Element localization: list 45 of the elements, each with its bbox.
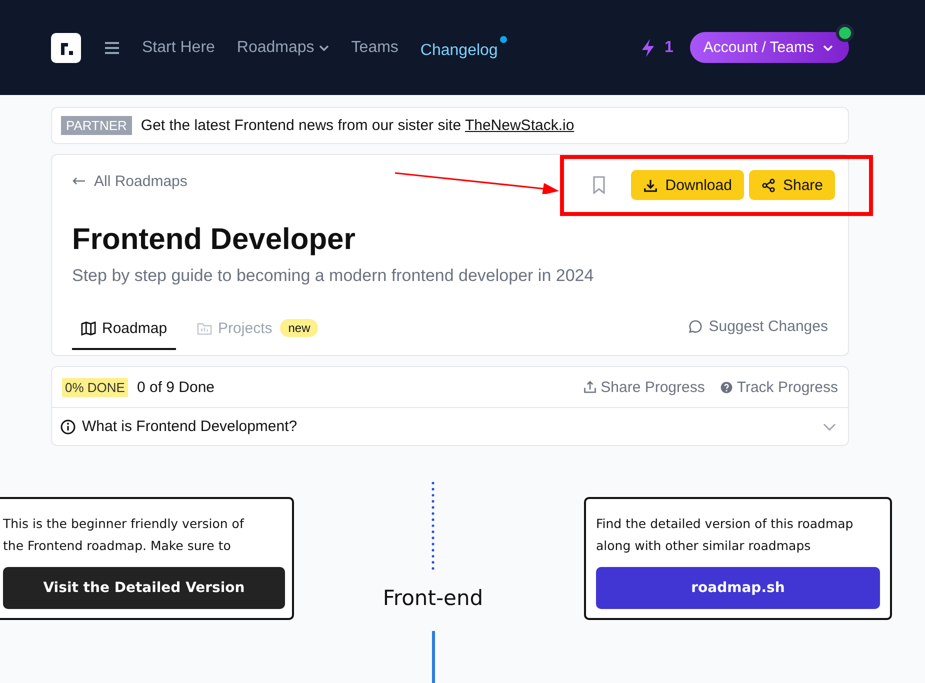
page-subtitle: Step by step guide to becoming a modern frontend developer in 2024 [72, 266, 595, 286]
suggest-changes-link[interactable]: Suggest Changes [688, 302, 828, 350]
caret-icon [319, 44, 330, 50]
account-button[interactable]: Account / Teams [690, 32, 849, 63]
back-link[interactable]: All Roadmaps [72, 172, 188, 190]
download-icon [643, 178, 658, 192]
share-progress-link[interactable]: Share Progress [582, 378, 705, 396]
nav-link[interactable]: Roadmaps [236, 38, 330, 56]
left-arrow-icon [72, 177, 86, 185]
note-text: Find the detailed version of this roadmap along with other similar roadmaps [596, 515, 854, 555]
topic-node[interactable]: Front-end [368, 586, 498, 610]
chat-icon [688, 318, 703, 334]
download-button[interactable]: Download [631, 170, 744, 200]
new-badge: new [280, 319, 318, 337]
logo-icon[interactable] [51, 32, 81, 62]
tab[interactable]: Projects new [188, 308, 328, 350]
nav-link[interactable]: Start Here [142, 38, 215, 56]
notification-dot [500, 36, 507, 42]
detailed-version-button[interactable]: Visit the Detailed Version [3, 567, 285, 609]
track-progress-link[interactable]: Track Progress [720, 378, 838, 396]
partner-text: Get the latest Frontend news from our sister site TheNewStack.io [140, 117, 574, 134]
nav-link[interactable]: Teams [351, 38, 398, 56]
map-icon [81, 320, 96, 336]
partner-link[interactable]: TheNewStack.io [464, 117, 574, 134]
help-icon [720, 380, 733, 394]
partner-badge: PARTNER [61, 116, 132, 135]
streak-count: 1 [664, 38, 674, 56]
roadmap-link-button[interactable]: roadmap.sh [596, 567, 880, 609]
progress-badge: 0% DONE [62, 378, 128, 396]
tab[interactable]: Roadmap [72, 308, 176, 350]
share-button[interactable]: Share [748, 170, 835, 200]
page-title: Frontend Developer [72, 222, 356, 258]
chevron-icon [823, 422, 836, 430]
progress-count: 0 of 9 Done [136, 378, 215, 396]
menu-icon[interactable] [104, 40, 120, 54]
upload-icon [582, 380, 597, 394]
nav-link[interactable]: Changelog [420, 36, 507, 60]
share-icon [760, 178, 776, 192]
caret-icon [823, 44, 833, 50]
bolt-icon [640, 38, 656, 58]
faq-toggle[interactable]: What is Frontend Development? [52, 408, 848, 445]
connector-line [432, 631, 435, 683]
info-icon [60, 418, 76, 434]
folder-icon [197, 320, 212, 336]
note-text: This is the beginner friendly version of the Frontend roadmap. Make sure to [3, 515, 246, 555]
